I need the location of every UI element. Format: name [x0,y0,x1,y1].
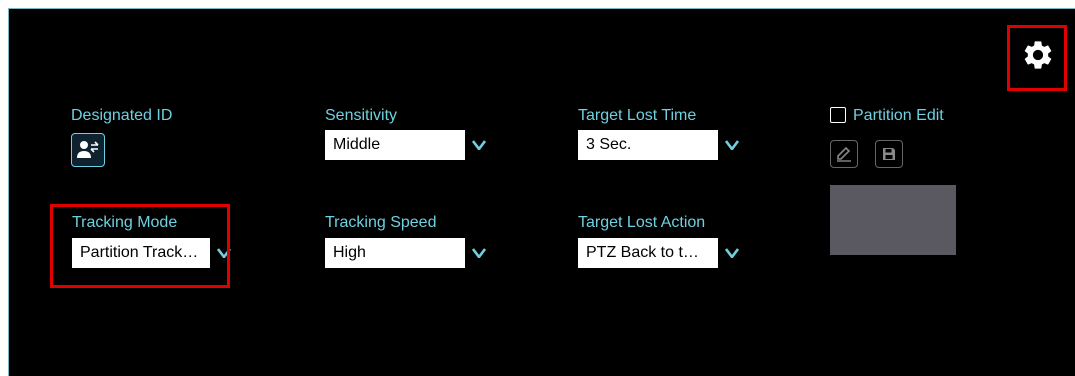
designated-id-button[interactable] [71,133,105,167]
tracking-mode-label: Tracking Mode [72,214,178,231]
designated-id-label: Designated ID [71,107,173,124]
chevron-down-icon[interactable] [210,238,238,268]
partition-edit-button[interactable] [830,140,858,168]
chevron-down-icon[interactable] [465,238,493,268]
tracking-mode-select[interactable]: Partition Track… [72,238,238,268]
target-lost-time-value: 3 Sec. [578,130,718,160]
person-swap-icon [77,141,99,158]
sensitivity-label: Sensitivity [325,107,398,124]
chevron-down-icon[interactable] [465,130,493,160]
target-lost-time-select[interactable]: 3 Sec. [578,130,746,160]
chevron-down-icon[interactable] [718,238,746,268]
target-lost-action-value: PTZ Back to t… [578,238,718,268]
pencil-icon [837,146,851,162]
sensitivity-select[interactable]: Middle [325,130,493,160]
save-icon [883,148,895,160]
settings-button[interactable] [1020,37,1056,73]
target-lost-action-label: Target Lost Action [578,214,706,231]
tracking-mode-value: Partition Track… [72,238,210,268]
chevron-down-icon[interactable] [718,130,746,160]
gear-icon [1024,41,1052,69]
sensitivity-value: Middle [325,130,465,160]
partition-preview [830,185,956,255]
tracking-speed-label: Tracking Speed [325,214,437,231]
tracking-settings-panel: Designated ID Tracking Mode Partition Tr… [8,8,1075,376]
target-lost-action-select[interactable]: PTZ Back to t… [578,238,746,268]
partition-save-button[interactable] [875,140,903,168]
tracking-speed-value: High [325,238,465,268]
tracking-speed-select[interactable]: High [325,238,493,268]
partition-edit-checkbox[interactable] [830,107,846,123]
target-lost-time-label: Target Lost Time [578,107,697,124]
partition-edit-label: Partition Edit [853,107,944,124]
